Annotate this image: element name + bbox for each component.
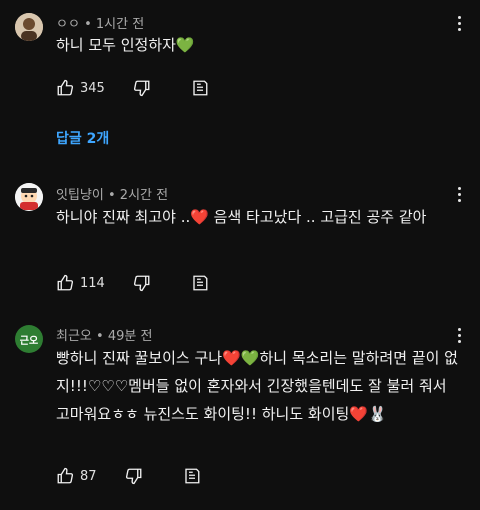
like-count: 114: [80, 275, 105, 291]
comment-meta: ㅇㅇ • 1시간 전: [56, 13, 144, 32]
comment-actions: 114: [56, 271, 209, 295]
thumbs-up-icon[interactable]: [56, 467, 74, 485]
comment-text: 하니 모두 인정하자💚: [56, 36, 195, 54]
author-name[interactable]: 최근오: [56, 329, 92, 344]
avatar-cartoon-icon: [15, 183, 43, 211]
thumbs-up-icon[interactable]: [56, 79, 74, 97]
avatar[interactable]: [15, 183, 43, 211]
meta-separator: •: [96, 329, 108, 344]
reply-icon[interactable]: [191, 79, 209, 97]
replies-button[interactable]: 답글 2개: [56, 128, 109, 148]
comment-time: 1시간 전: [95, 17, 145, 32]
more-vert-icon[interactable]: [452, 328, 466, 343]
like-count: 345: [80, 80, 105, 96]
comment-actions: 345: [56, 76, 209, 100]
more-vert-icon[interactable]: [452, 16, 466, 31]
comment-meta: 잇팁냥이 • 2시간 전: [56, 184, 168, 203]
comment-time: 2시간 전: [119, 188, 169, 203]
author-name[interactable]: ㅇㅇ: [56, 17, 80, 32]
meta-separator: •: [107, 188, 120, 203]
avatar-initials: 근오: [19, 335, 39, 347]
comment-meta: 최근오 • 49분 전: [56, 325, 152, 344]
more-vert-icon[interactable]: [452, 187, 466, 202]
avatar[interactable]: 근오: [15, 325, 43, 353]
avatar[interactable]: [15, 13, 43, 41]
comment-text: 하니야 진짜 최고야 ..❤️ 음색 타고났다 .. 고급진 공주 같아: [56, 208, 427, 226]
thumbs-up-icon[interactable]: [56, 274, 74, 292]
comment-time: 49분 전: [107, 329, 153, 344]
like-count: 87: [80, 468, 97, 484]
avatar-photo-icon: [15, 13, 43, 41]
thumbs-down-icon[interactable]: [133, 79, 151, 97]
thumbs-down-icon[interactable]: [133, 274, 151, 292]
reply-icon[interactable]: [183, 467, 201, 485]
meta-separator: •: [84, 17, 96, 32]
thumbs-down-icon[interactable]: [125, 467, 143, 485]
comment-actions: 87: [56, 464, 201, 488]
comment-text: 빵하니 진짜 꿀보이스 구나❤️💚하니 목소리는 말하려면 끝이 없지!!!♡♡…: [56, 349, 458, 423]
reply-icon[interactable]: [191, 274, 209, 292]
author-name[interactable]: 잇팁냥이: [56, 188, 104, 203]
